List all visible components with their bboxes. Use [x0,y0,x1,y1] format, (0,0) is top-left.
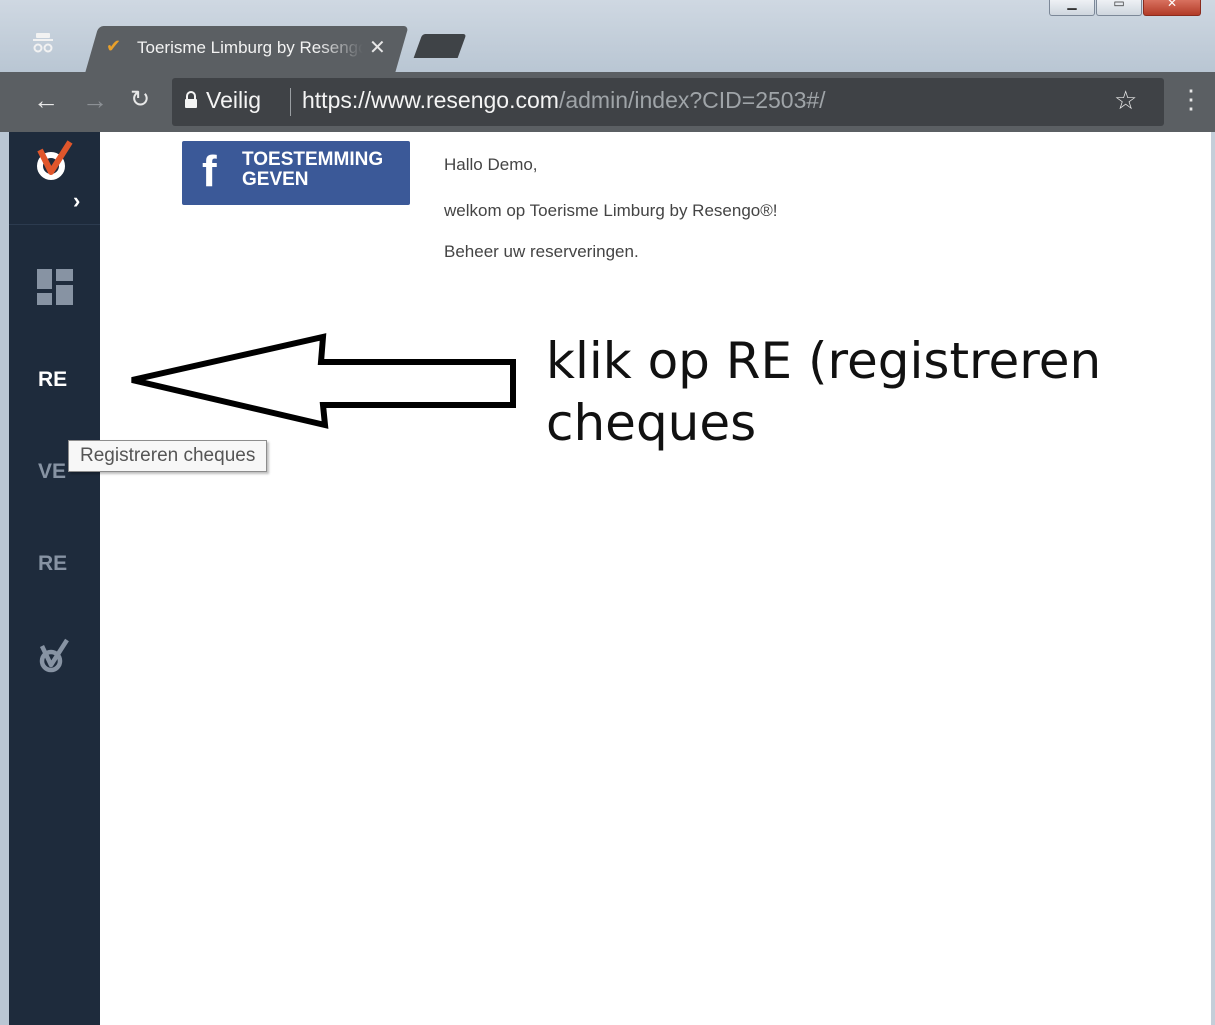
annotation-line-1: klik op RE (registreren [546,332,1102,390]
menu-dots-icon[interactable]: ⋮ [1178,84,1204,115]
facebook-button-label: TOESTEMMING GEVEN [242,149,384,190]
address-separator [290,88,291,116]
annotation-line-2: cheques [546,394,757,452]
sidebar-tooltip: Registreren cheques [68,440,268,472]
maximize-icon: ▭ [1113,0,1125,10]
window-close-button[interactable]: ✕ [1143,0,1201,16]
maximize-button[interactable]: ▭ [1096,0,1142,16]
facebook-consent-button[interactable]: f TOESTEMMING GEVEN [182,141,410,205]
reload-icon[interactable]: ↻ [130,84,150,116]
new-tab-button[interactable] [413,34,467,58]
minimize-icon: ▁ [1067,0,1077,10]
facebook-icon: f [202,147,217,196]
resengo-logo-icon[interactable] [34,140,74,182]
window-left-border [0,132,9,1025]
greeting-text: Hallo Demo, [444,155,538,174]
incognito-icon [33,33,53,53]
sidebar-item-registreren-cheques[interactable]: RE [9,368,100,392]
sidebar-divider [9,224,100,225]
browser-tab-content: ✔ Toerisme Limburg by Resengo ✕ [92,26,402,72]
expand-sidebar-chevron-icon[interactable]: › [73,188,80,214]
sidebar-item-re[interactable]: RE [9,552,100,576]
lock-icon [185,91,197,108]
window-controls: ▁ ▭ ✕ [1048,0,1201,16]
secure-label: Veilig [206,87,261,113]
annotation-arrow [131,333,516,429]
bookmark-star-icon[interactable]: ☆ [1114,85,1137,116]
browser-titlebar: ▁ ▭ ✕ ✔ Toerisme Limburg by Resengo ✕ [0,0,1215,72]
address-bar[interactable]: Veilig https://www.resengo.com/admin/ind… [172,78,1164,126]
window-close-icon: ✕ [1166,0,1178,10]
tab-title: Toerisme Limburg by Resengo [137,38,363,57]
subtitle-text: Beheer uw reserveringen. [444,242,639,261]
url-host: https://www.resengo.com [302,87,559,113]
window-right-border [1211,132,1215,1025]
resengo-check-icon[interactable] [37,638,71,674]
back-arrow-icon[interactable]: ← [33,84,59,116]
sidebar: › RE VE RE [9,132,100,1025]
minimize-button[interactable]: ▁ [1049,0,1095,16]
welcome-text: welkom op Toerisme Limburg by Resengo®! [444,201,778,220]
tab-close-icon[interactable]: ✕ [369,35,386,60]
annotation-text: klik op RE (registreren cheques [546,330,1101,454]
resengo-favicon-icon: ✔ [106,36,122,56]
dashboard-grid-icon[interactable] [37,269,73,305]
url-path: /admin/index?CID=2503#/ [558,87,826,113]
forward-arrow-icon[interactable]: → [82,84,108,116]
url-text[interactable]: https://www.resengo.com/admin/index?CID=… [302,87,826,114]
